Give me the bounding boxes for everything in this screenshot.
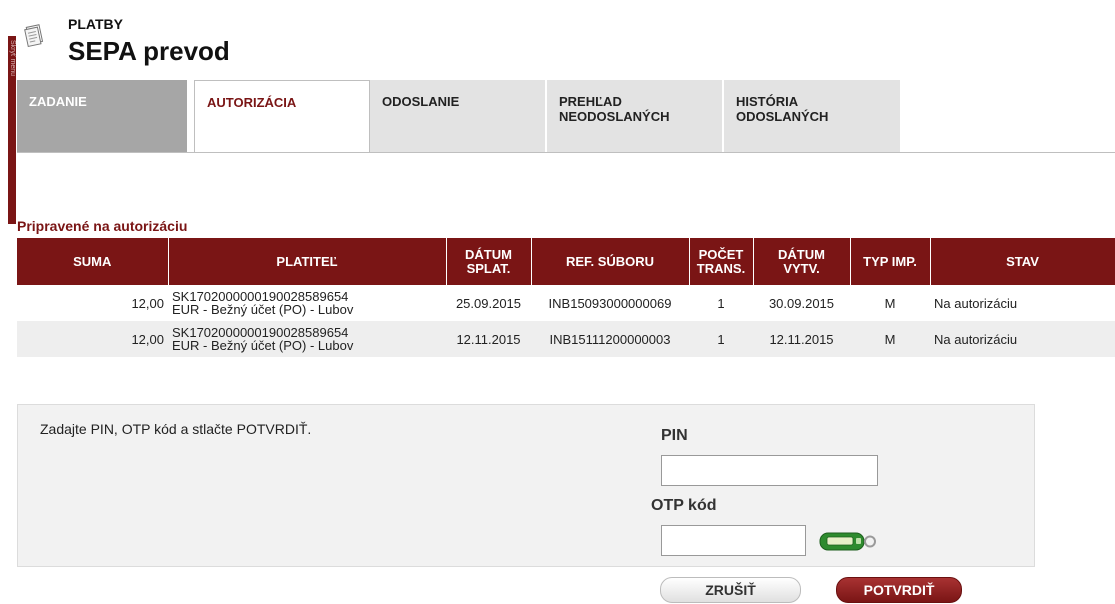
cell-suma: 12,00	[17, 321, 168, 357]
cell-platitel: SK1702000000190028589654 EUR - Bežný úče…	[168, 285, 446, 321]
col-header-pocet-trans[interactable]: POČET TRANS.	[689, 238, 754, 285]
cell-stav: Na autorizáciu	[930, 321, 1115, 357]
tab-label: ZADANIE	[29, 94, 87, 109]
pin-label: PIN	[661, 427, 688, 444]
table-caption: Pripravené na autorizáciu	[17, 218, 188, 234]
otp-token-icon	[819, 532, 876, 551]
cell-pocet: 1	[717, 295, 725, 311]
col-header-stav[interactable]: STAV	[930, 238, 1115, 285]
col-header-label: TYP IMP.	[863, 253, 917, 269]
col-header-suma[interactable]: SUMA	[17, 238, 169, 285]
cell-datum-splat: 25.09.2015	[455, 295, 522, 311]
tab-label: AUTORIZÁCIA	[207, 95, 297, 110]
payer-account: EUR - Bežný účet (PO) - Lubov	[172, 338, 354, 353]
col-header-ref-suboru[interactable]: REF. SÚBORU	[531, 238, 690, 285]
collapse-menu-label: Skryť menu	[9, 40, 16, 77]
col-header-typ-imp[interactable]: TYP IMP.	[850, 238, 931, 285]
cell-platitel: SK1702000000190028589654 EUR - Bežný úče…	[168, 321, 446, 357]
tab-label: HISTÓRIA ODOSLANÝCH	[736, 94, 829, 124]
cell-typ-imp: M	[884, 295, 896, 311]
pin-input[interactable]	[661, 455, 878, 486]
cell-ref-suboru: INB15093000000069	[548, 295, 672, 311]
tab-bar: ZADANIE AUTORIZÁCIA ODOSLANIE PREHĽAD NE…	[17, 80, 1115, 153]
col-header-label: PLATITEĽ	[276, 253, 338, 269]
tab-zadanie[interactable]: ZADANIE	[17, 80, 188, 152]
cell-ref-suboru: INB15111200000003	[531, 321, 689, 357]
tabs-divider	[17, 152, 1115, 153]
cell-typ-imp: M	[850, 321, 930, 357]
cell-datum-vytv: 12.11.2015	[753, 321, 850, 357]
table-header-row: SUMA PLATITEĽ DÁTUM SPLAT. REF. SÚBORU P…	[17, 238, 1115, 285]
tab-label: ODOSLANIE	[382, 94, 460, 109]
otp-input[interactable]	[661, 525, 806, 556]
cell-datum-splat: 12.11.2015	[446, 321, 531, 357]
table-row[interactable]: 12,00 SK1702000000190028589654 EUR - Bež…	[17, 285, 1115, 321]
col-header-label: STAV	[1006, 253, 1039, 269]
table-row[interactable]: 12,00 SK1702000000190028589654 EUR - Bež…	[17, 321, 1115, 357]
confirm-button[interactable]: POTVRDIŤ	[836, 577, 962, 603]
cell-pocet: 1	[689, 321, 753, 357]
document-icon	[24, 24, 44, 48]
otp-label: OTP kód	[651, 497, 717, 514]
cell-datum-vytv: 30.09.2015	[768, 295, 835, 311]
tab-odoslanie[interactable]: ODOSLANIE	[370, 80, 546, 152]
authorization-panel: Zadajte PIN, OTP kód a stlačte POTVRDIŤ.…	[17, 404, 1035, 567]
tab-prehlad-neodoslanych[interactable]: PREHĽAD NEODOSLANÝCH	[547, 80, 723, 152]
tab-label: PREHĽAD NEODOSLANÝCH	[559, 94, 670, 124]
col-header-label: DÁTUM SPLAT.	[465, 246, 512, 276]
collapse-menu-handle[interactable]: Skryť menu	[8, 36, 16, 224]
col-header-datum-vytv[interactable]: DÁTUM VYTV.	[753, 238, 851, 285]
cell-suma: 12,00	[131, 295, 164, 311]
cell-stav: Na autorizáciu	[934, 295, 1018, 311]
payer-account: EUR - Bežný účet (PO) - Lubov	[172, 302, 354, 317]
page-title: SEPA prevod	[68, 36, 230, 66]
col-header-label: POČET TRANS.	[696, 246, 746, 276]
tab-autorizacia[interactable]: AUTORIZÁCIA	[194, 80, 370, 153]
col-header-label: DÁTUM VYTV.	[778, 246, 825, 276]
auth-instructions: Zadajte PIN, OTP kód a stlačte POTVRDIŤ.	[40, 421, 312, 437]
col-header-datum-splat[interactable]: DÁTUM SPLAT.	[446, 238, 532, 285]
col-header-label: REF. SÚBORU	[565, 253, 655, 269]
tab-historia-odoslanych[interactable]: HISTÓRIA ODOSLANÝCH	[724, 80, 901, 152]
col-header-label: SUMA	[73, 253, 112, 269]
cancel-button[interactable]: ZRUŠIŤ	[660, 577, 801, 603]
authorization-table: SUMA PLATITEĽ DÁTUM SPLAT. REF. SÚBORU P…	[17, 238, 1115, 357]
section-label: PLATBY	[68, 16, 123, 32]
col-header-platitel[interactable]: PLATITEĽ	[168, 238, 447, 285]
